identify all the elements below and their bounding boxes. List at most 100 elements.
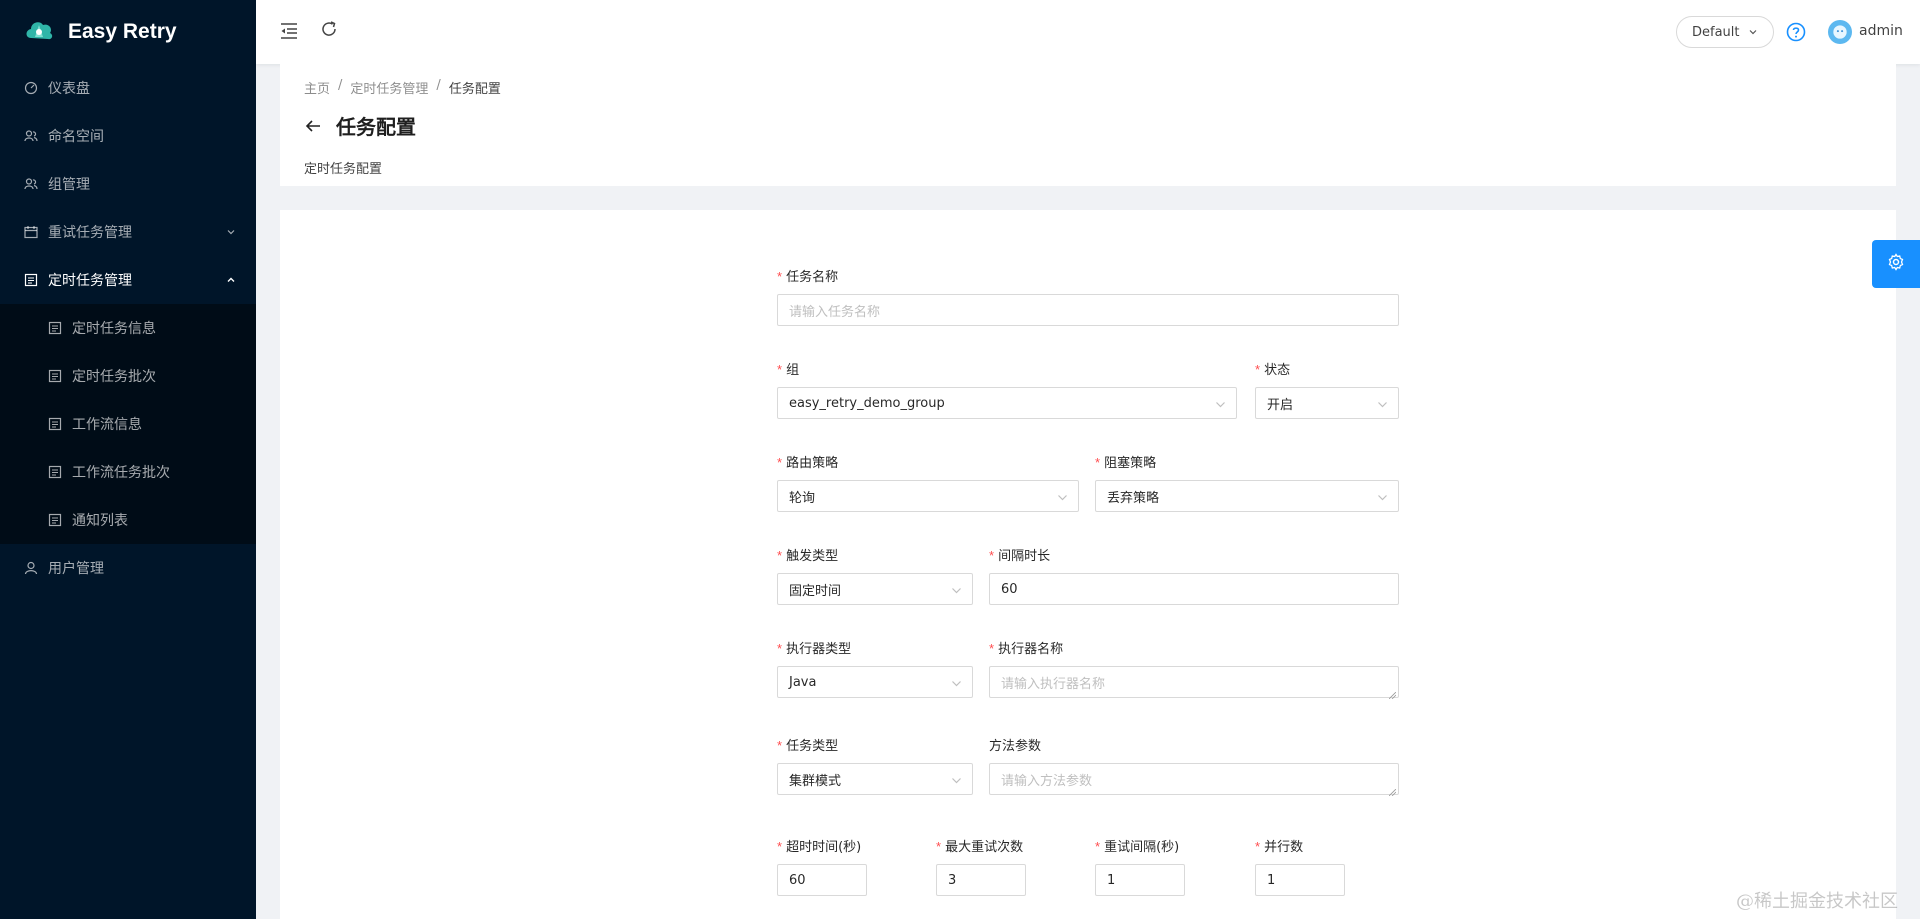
chevron-down-icon <box>1215 399 1226 410</box>
group-select[interactable]: easy_retry_demo_group <box>777 387 1237 419</box>
executor-type-select[interactable]: Java <box>777 666 973 698</box>
task-name-field: * 任务名称 请输入任务名称 <box>777 266 1399 326</box>
sidebar-item-retry-tasks[interactable]: 重试任务管理 <box>0 208 256 256</box>
block-strategy-select[interactable]: 丢弃策略 <box>1095 480 1399 512</box>
sidebar-subitem-notify-list[interactable]: 通知列表 <box>0 496 256 544</box>
profile-icon <box>48 513 62 527</box>
required-mark: * <box>777 269 783 284</box>
status-field: * 状态 开启 <box>1255 359 1399 419</box>
sidebar: Easy Retry 仪表盘 命名空间 组管理 重试任务管理 定时任务管理 定时… <box>0 0 256 919</box>
required-mark: * <box>777 362 783 377</box>
group-select-value: easy_retry_demo_group <box>789 395 945 411</box>
chevron-down-icon <box>1377 399 1388 410</box>
profile-icon <box>48 417 62 431</box>
parallel-input[interactable]: 1 <box>1255 864 1345 896</box>
chevron-down-icon <box>1377 492 1388 503</box>
breadcrumb: 主页 / 定时任务管理 / 任务配置 <box>304 78 1872 97</box>
block-strategy-field: * 阻塞策略 丢弃策略 <box>1095 452 1399 512</box>
route-strategy-select[interactable]: 轮询 <box>777 480 1079 512</box>
page-description: 定时任务配置 <box>304 162 383 177</box>
max-retry-label: 最大重试次数 <box>945 840 1024 855</box>
required-mark: * <box>1255 362 1261 377</box>
required-mark: * <box>1255 839 1261 854</box>
timeout-field: * 超时时间(秒) 60 <box>777 836 867 896</box>
sidebar-item-label: 命名空间 <box>48 129 104 145</box>
required-mark: * <box>777 641 783 656</box>
chevron-down-icon <box>951 775 962 786</box>
retry-interval-label: 重试间隔(秒) <box>1104 840 1180 855</box>
profile-icon <box>48 321 62 335</box>
app-name: Easy Retry <box>68 20 177 43</box>
breadcrumb-home[interactable]: 主页 <box>304 78 330 97</box>
task-type-label: 任务类型 <box>786 739 839 754</box>
route-strategy-value: 轮询 <box>789 490 816 506</box>
reload-icon[interactable] <box>318 18 340 40</box>
trigger-type-field: * 触发类型 固定时间 <box>777 545 973 605</box>
max-retry-field: * 最大重试次数 3 <box>936 836 1026 896</box>
profile-icon <box>24 273 38 287</box>
user-icon <box>24 561 38 575</box>
required-mark: * <box>936 839 942 854</box>
executor-name-textarea[interactable]: 请输入执行器名称 <box>989 666 1399 700</box>
profile-icon <box>48 369 62 383</box>
timeout-input[interactable]: 60 <box>777 864 867 896</box>
task-name-input[interactable]: 请输入任务名称 <box>777 294 1399 326</box>
block-strategy-label: 阻塞策略 <box>1104 456 1157 471</box>
team-icon <box>24 129 38 143</box>
max-retry-input[interactable]: 3 <box>936 864 1026 896</box>
required-mark: * <box>989 548 995 563</box>
menu-fold-icon[interactable] <box>278 20 300 42</box>
resize-handle[interactable] <box>1388 688 1397 700</box>
status-select[interactable]: 开启 <box>1255 387 1399 419</box>
method-params-label: 方法参数 <box>989 739 1042 754</box>
interval-input[interactable]: 60 <box>989 573 1399 605</box>
sidebar-item-label: 通知列表 <box>72 513 128 529</box>
trigger-type-select[interactable]: 固定时间 <box>777 573 973 605</box>
chevron-down-icon <box>951 585 962 596</box>
parallel-field: * 并行数 1 <box>1255 836 1345 896</box>
task-type-field: * 任务类型 集群模式 <box>777 735 973 795</box>
sidebar-item-label: 工作流任务批次 <box>72 465 170 481</box>
breadcrumb-separator: / <box>436 78 441 93</box>
sidebar-item-label: 组管理 <box>48 177 90 193</box>
team-icon <box>24 177 38 191</box>
resize-handle[interactable] <box>1388 785 1397 797</box>
sidebar-subitem-job-info[interactable]: 定时任务信息 <box>0 304 256 352</box>
sidebar-subitem-workflow-info[interactable]: 工作流信息 <box>0 400 256 448</box>
top-header: Default admin <box>256 0 1920 64</box>
sidebar-item-label: 仪表盘 <box>48 81 90 97</box>
method-params-textarea[interactable]: 请输入方法参数 <box>989 763 1399 797</box>
chevron-down-icon <box>1057 492 1068 503</box>
executor-name-label: 执行器名称 <box>998 642 1064 657</box>
required-mark: * <box>777 738 783 753</box>
page-header: 主页 / 定时任务管理 / 任务配置 任务配置 定时任务配置 <box>280 64 1896 186</box>
sidebar-item-scheduled-tasks[interactable]: 定时任务管理 <box>0 256 256 304</box>
scheduled-tasks-submenu: 定时任务信息 定时任务批次 工作流信息 工作流任务批次 通知列表 <box>0 304 256 544</box>
executor-type-label: 执行器类型 <box>786 642 852 657</box>
breadcrumb-scheduled-tasks[interactable]: 定时任务管理 <box>350 78 428 97</box>
question-circle-icon[interactable] <box>1786 22 1806 42</box>
sidebar-item-group[interactable]: 组管理 <box>0 160 256 208</box>
required-mark: * <box>1095 455 1101 470</box>
theme-select[interactable]: Default <box>1676 16 1774 48</box>
sidebar-item-namespace[interactable]: 命名空间 <box>0 112 256 160</box>
retry-interval-input[interactable]: 1 <box>1095 864 1185 896</box>
sidebar-item-label: 工作流信息 <box>72 417 142 433</box>
sidebar-item-label: 定时任务信息 <box>72 321 156 337</box>
username[interactable]: admin <box>1859 23 1903 39</box>
status-label: 状态 <box>1264 363 1291 378</box>
sidebar-item-dashboard[interactable]: 仪表盘 <box>0 64 256 112</box>
settings-drawer-button[interactable] <box>1872 240 1920 288</box>
app-logo[interactable]: Easy Retry <box>0 0 256 64</box>
avatar[interactable] <box>1828 20 1852 44</box>
profile-icon <box>48 465 62 479</box>
sidebar-subitem-workflow-batch[interactable]: 工作流任务批次 <box>0 448 256 496</box>
group-field: * 组 easy_retry_demo_group <box>777 359 1237 419</box>
arrow-left-icon[interactable] <box>304 117 322 135</box>
required-mark: * <box>989 641 995 656</box>
task-type-select[interactable]: 集群模式 <box>777 763 973 795</box>
sidebar-subitem-job-batch[interactable]: 定时任务批次 <box>0 352 256 400</box>
method-params-placeholder: 请输入方法参数 <box>1001 773 1093 789</box>
sidebar-item-users[interactable]: 用户管理 <box>0 544 256 592</box>
theme-select-value: Default <box>1692 24 1740 40</box>
